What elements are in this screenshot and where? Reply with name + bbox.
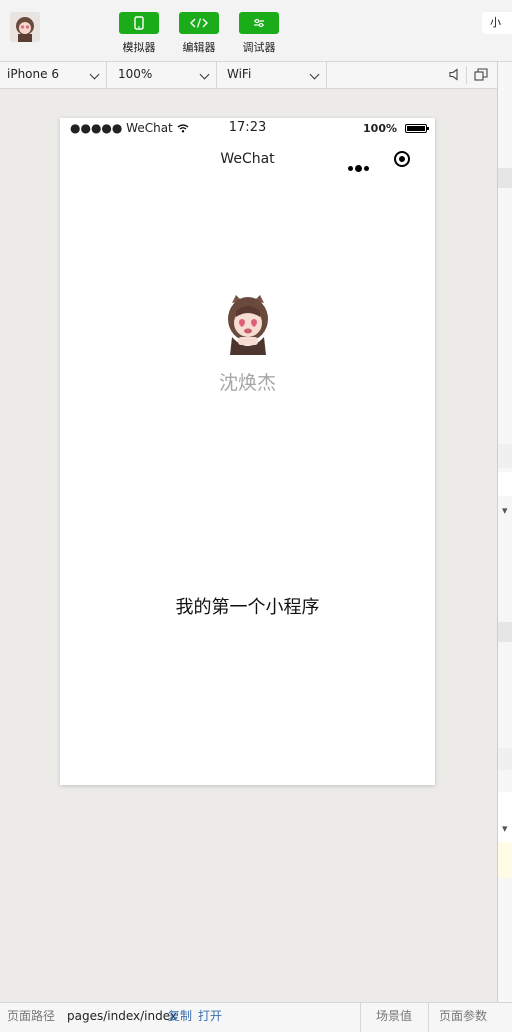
user-avatar[interactable]	[226, 293, 270, 355]
divider	[466, 66, 467, 84]
device-value: iPhone 6	[7, 67, 59, 81]
close-target-icon[interactable]	[394, 151, 410, 167]
device-bar: iPhone 6 100% WiFi	[0, 62, 497, 89]
debugger-label: 调试器	[242, 41, 276, 54]
panel-input[interactable]	[498, 472, 512, 496]
clipped-toolbar-button[interactable]: 小	[482, 12, 512, 34]
nav-bar: WeChat	[60, 138, 435, 182]
status-bar: ●●●●● WeChat 17:23 100%	[60, 118, 435, 138]
user-nickname: 沈焕杰	[218, 372, 276, 394]
expand-arrow-icon[interactable]: ▾	[502, 822, 508, 835]
chevron-down-icon	[89, 69, 100, 80]
detach-window-icon[interactable]	[474, 68, 488, 84]
battery-percent: 100%	[363, 122, 397, 135]
editor-button[interactable]: 编辑器	[179, 12, 219, 55]
divider	[360, 1003, 361, 1032]
panel-band	[498, 168, 512, 188]
speaker-icon[interactable]	[449, 68, 461, 84]
nav-title: WeChat	[220, 151, 275, 167]
panel-highlight	[498, 842, 512, 878]
simulator-button[interactable]: 模拟器	[119, 12, 159, 55]
simulator-label: 模拟器	[122, 41, 156, 54]
zoom-value: 100%	[118, 67, 153, 81]
network-select[interactable]: WiFi	[217, 62, 327, 88]
expand-arrow-icon[interactable]: ▾	[502, 504, 508, 517]
panel-band	[498, 444, 512, 468]
battery-icon	[405, 124, 429, 133]
device-select[interactable]: iPhone 6	[0, 62, 107, 88]
copy-link[interactable]: 复制	[168, 1003, 192, 1030]
bottom-status-bar: 页面路径 pages/index/index 复制 打开 场景值 页面参数	[0, 1002, 512, 1032]
avatar-icon[interactable]	[10, 12, 40, 42]
simulator-screen: ●●●●● WeChat 17:23 100% WeChat 沈焕杰 我的第一个…	[60, 118, 435, 785]
panel-band	[498, 748, 512, 770]
code-icon	[179, 12, 219, 34]
zoom-select[interactable]: 100%	[107, 62, 217, 88]
editor-label: 编辑器	[182, 41, 216, 54]
more-dots-icon[interactable]	[348, 158, 371, 177]
page-path-label: 页面路径	[7, 1009, 56, 1023]
chevron-down-icon	[199, 69, 210, 80]
motto-text: 我的第一个小程序	[175, 597, 320, 618]
open-link[interactable]: 打开	[198, 1003, 222, 1030]
page-params-button[interactable]: 页面参数	[439, 1003, 487, 1030]
scene-value-button[interactable]: 场景值	[376, 1003, 412, 1030]
debugger-button[interactable]: 调试器	[239, 12, 279, 55]
phone-icon	[119, 12, 159, 34]
page-path-value: pages/index/index	[67, 1009, 177, 1023]
sliders-icon	[239, 12, 279, 34]
panel-band	[498, 622, 512, 642]
divider	[428, 1003, 429, 1032]
chevron-down-icon	[309, 69, 320, 80]
network-value: WiFi	[227, 67, 252, 81]
devtools-panel-edge[interactable]: ▾ ▾	[497, 62, 512, 1002]
top-toolbar: 模拟器 编辑器 调试器 小	[0, 0, 512, 62]
